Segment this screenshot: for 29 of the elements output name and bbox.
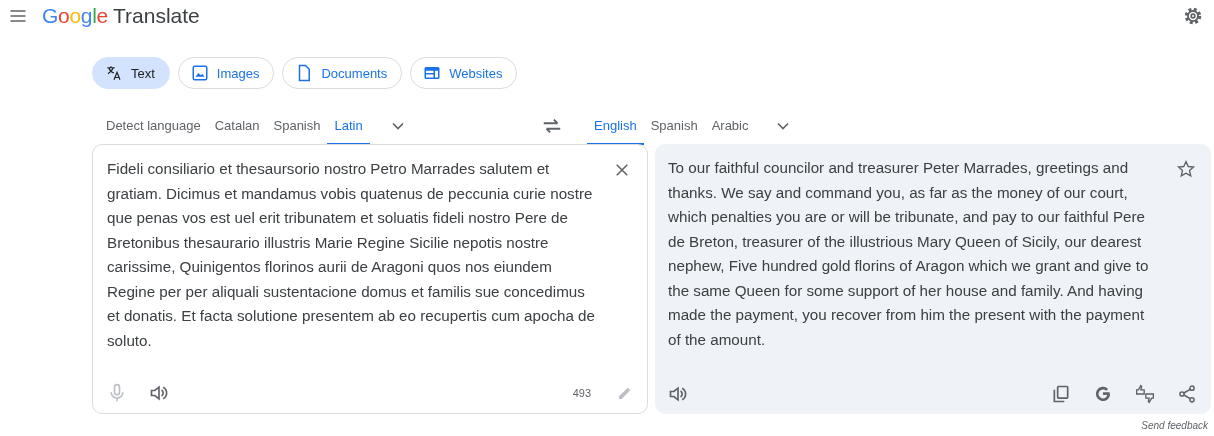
settings-icon[interactable] bbox=[1182, 5, 1204, 27]
speaker-icon[interactable] bbox=[149, 383, 169, 403]
feedback-link[interactable]: Send feedback bbox=[1141, 420, 1208, 431]
image-icon bbox=[190, 64, 209, 82]
language-tab[interactable]: Arabic bbox=[704, 107, 756, 145]
thumbs-up-down-icon[interactable] bbox=[1135, 384, 1155, 404]
g-icon[interactable] bbox=[1093, 384, 1113, 404]
browser-window-icon bbox=[423, 64, 442, 82]
source-text[interactable]: Fideli consiliario et thesaursorio nostro Petro Marrades salutem et gratiam. Dicimus et mandamus vobis quatenus de peccunia curie nostre que penas vos est uel erit tribunatem et soluatis fideli nostro Pere de Bretonibus thesaurario illustris Marie Regine Sicilie nepotis nostre carissime, Quinigentos florinos aurii de Aragoni quos nos eiundem Regine per per aliquali sustentacione domus et familis sue concedimus et donatis. Et facta solutione presentem ab eo recupertis cum apocha de soluto. bbox=[107, 157, 597, 353]
language-tab[interactable]: Catalan bbox=[207, 107, 267, 145]
logo: Google bbox=[42, 4, 108, 28]
language-tab[interactable]: Latin bbox=[327, 107, 370, 145]
mode-tab[interactable]: Websites bbox=[410, 57, 518, 89]
character-count: 493 bbox=[572, 387, 591, 399]
app-title: Translate bbox=[113, 4, 200, 28]
language-tab[interactable]: Spanish bbox=[643, 107, 705, 145]
mode-tab[interactable]: Text bbox=[92, 57, 170, 89]
close-icon[interactable] bbox=[613, 161, 631, 179]
copy-icon[interactable] bbox=[1051, 384, 1071, 404]
star-icon[interactable] bbox=[1176, 159, 1196, 179]
mode-tab[interactable]: Documents bbox=[282, 57, 403, 89]
translate-icon bbox=[105, 64, 123, 82]
mode-tab[interactable]: Images bbox=[177, 57, 275, 89]
language-tab[interactable]: Spanish bbox=[266, 107, 328, 145]
share-icon[interactable] bbox=[1177, 384, 1197, 404]
language-tab[interactable]: English bbox=[587, 107, 644, 145]
language-tab[interactable]: Detect language bbox=[99, 107, 208, 145]
translation-text: To our faithful councilor and treasurer Peter Marrades, greetings and thanks. We say and command you, as far as the money of our court, which penalties you are or will be tribunate, and pay to our faithful Pere de Breton, treasurer of the illustrious Mary Queen of Sicily, our dearest nephew, Five hundred gold florins of Aragon which we grant and give to the same Queen for some support of her house and family. And having made the payment, you recover from him the present with the payment of the amount. bbox=[668, 158, 1150, 350]
speaker-icon[interactable] bbox=[668, 384, 688, 404]
